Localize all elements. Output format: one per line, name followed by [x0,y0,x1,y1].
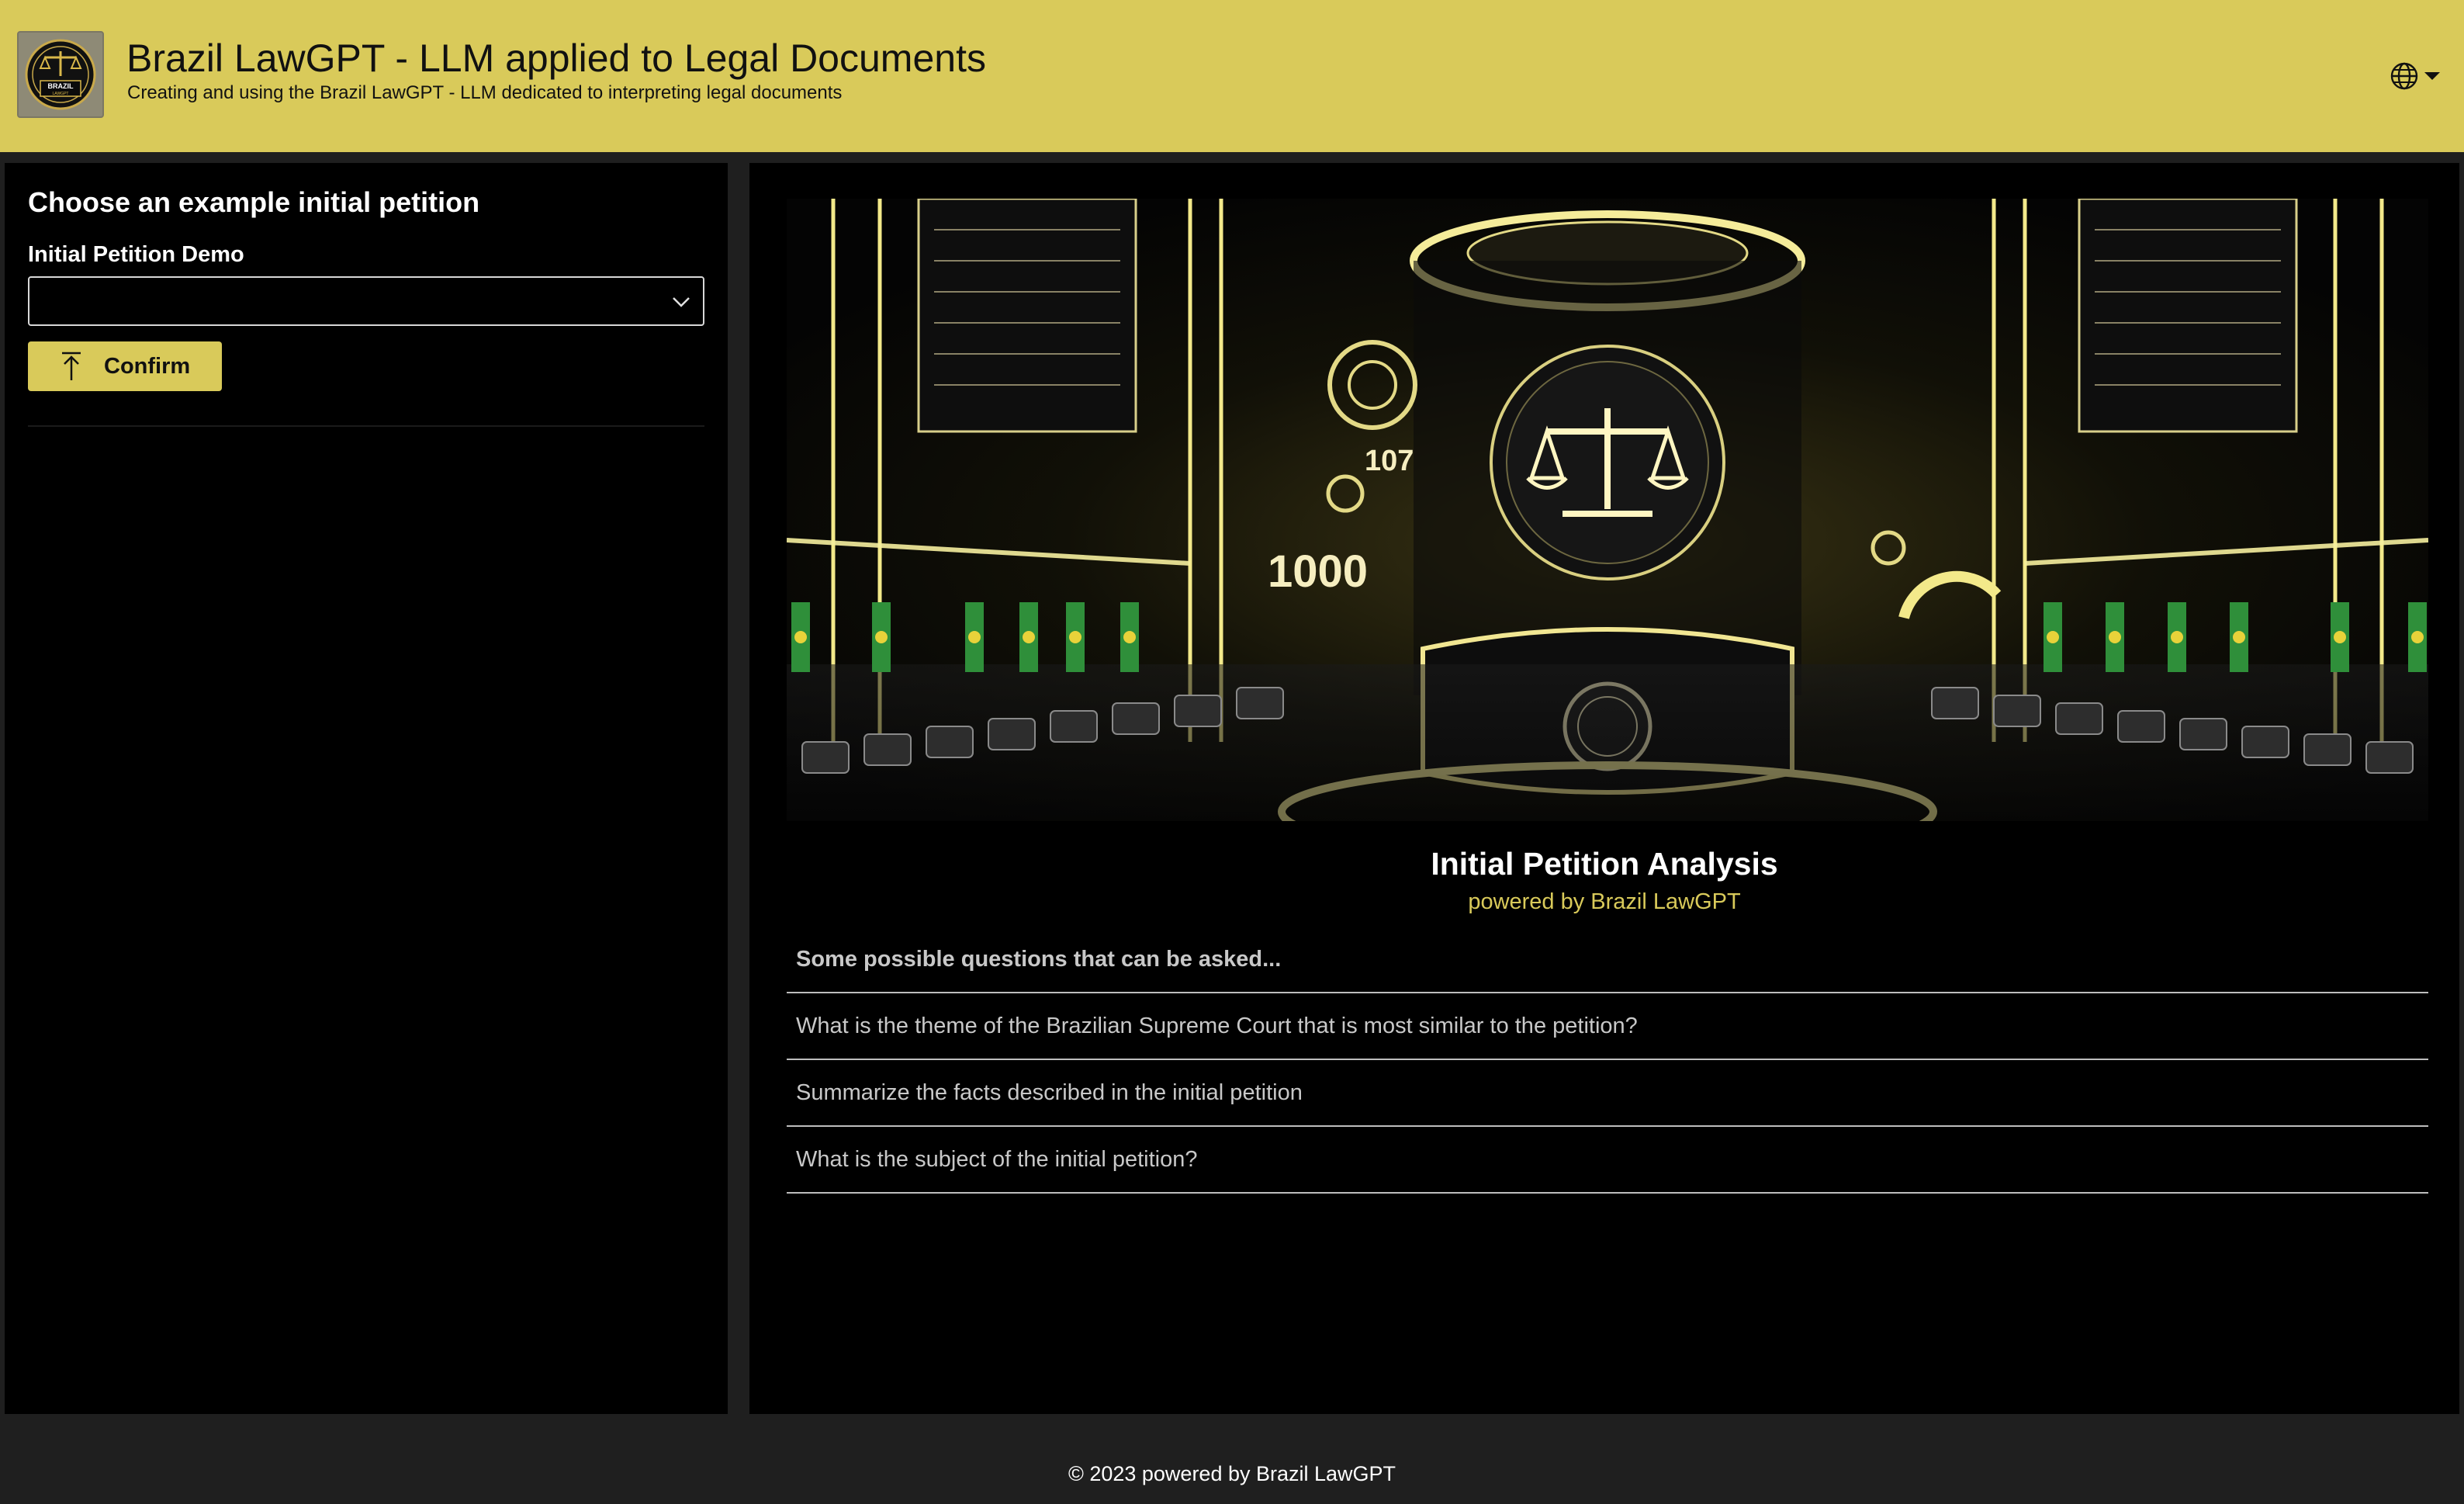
globe-icon [2390,62,2418,90]
app-subtitle: Creating and using the Brazil LawGPT - L… [127,82,843,103]
confirm-button[interactable]: Confirm [28,341,222,391]
app-title: Brazil LawGPT - LLM applied to Legal Doc… [126,36,986,80]
example-questions-list: Some possible questions that can be aske… [787,927,2428,1194]
brazil-lawgpt-logo: BRAZIL LAWGPT [17,31,104,118]
logo-subtext: LAWGPT [53,92,69,96]
confirm-button-label: Confirm [104,354,191,379]
language-menu-button[interactable] [2390,61,2445,92]
petition-select-label: Initial Petition Demo [28,242,244,267]
hero-number-1000: 1000 [1268,546,1368,597]
analysis-subtitle: powered by Brazil LawGPT [1468,889,1741,914]
chevron-down-icon [673,297,690,307]
logo-text: BRAZIL [48,82,74,90]
sidebar-heading: Choose an example initial petition [28,186,480,218]
analysis-title: Initial Petition Analysis [1431,846,1778,882]
questions-header: Some possible questions that can be aske… [787,927,2428,993]
caret-down-icon [2424,72,2440,80]
footer-text: © 2023 powered by Brazil LawGPT [1068,1462,1396,1485]
question-item[interactable]: What is the theme of the Brazilian Supre… [787,993,2428,1060]
question-item[interactable]: What is the subject of the initial petit… [787,1127,2428,1194]
sidebar-panel: Choose an example initial petition Initi… [5,163,728,1414]
hero-number-107: 107 [1365,445,1414,477]
courtroom-hero-image: 107 1000 [787,199,2428,821]
sidebar-divider [28,425,704,427]
question-item[interactable]: Summarize the facts described in the ini… [787,1060,2428,1127]
petition-select[interactable] [28,276,704,326]
app-header: BRAZIL LAWGPT Brazil LawGPT - LLM applie… [0,0,2464,152]
main-panel: 107 1000 Initial Petition Analysis power… [749,163,2459,1414]
upload-icon [62,352,81,380]
